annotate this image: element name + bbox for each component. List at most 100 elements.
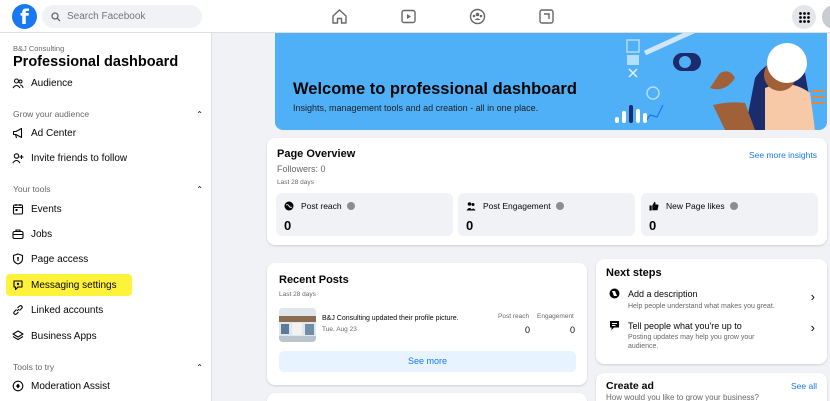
post-date: Tue, Aug 23 [322,326,357,333]
page-overview-title: Page Overview [277,148,356,160]
followers-count: Followers: 0 [277,164,326,174]
next-steps-title: Next steps [606,267,662,279]
sidebar-item-invite-friends[interactable]: Invite friends to follow [6,147,204,169]
metric-label: New Page likes [666,201,725,211]
calendar-icon [12,204,24,215]
overview-period: Last 28 days [277,179,314,186]
create-ad-card: Create ad See all How would you like to … [596,373,827,401]
banner-illustration [615,33,825,130]
metric-post-engagement[interactable]: Post Engagement 0 [458,193,635,236]
gaming-icon[interactable] [538,8,555,25]
sidebar-item-label: Jobs [31,228,53,240]
globe-icon [284,201,294,211]
post-text[interactable]: B&J Consulting updated their profile pic… [322,315,459,322]
sidebar-item-label: Page access [31,253,89,265]
menu-grid-icon [798,11,810,23]
welcome-banner: Welcome to professional dashboard Insigh… [275,33,827,130]
info-icon[interactable] [729,202,738,210]
create-ad-desc: How would you like to grow your business… [606,393,759,401]
info-icon[interactable] [555,202,564,210]
see-all-link[interactable]: See all [791,381,817,391]
moderation-icon [12,380,24,392]
chevron-up-icon[interactable]: ⌃ [196,185,203,194]
see-more-button[interactable]: See more [279,351,576,372]
chevron-up-icon[interactable]: ⌃ [196,363,203,372]
briefcase-icon [12,229,24,240]
next-step-title[interactable]: Add a description [628,289,698,299]
section-label: Your tools [13,184,51,194]
next-step-desc: Help people understand what makes you gr… [628,303,775,310]
sidebar-item-events[interactable]: Events [6,198,204,220]
sidebar-item-business-apps[interactable]: Business Apps [6,325,204,347]
section-grow-audience[interactable]: Grow your audience ⌃ [13,109,203,119]
top-navigation-bar: f [0,0,830,33]
facebook-logo[interactable]: f [12,4,37,29]
sidebar-item-moderation-assist[interactable]: Moderation Assist [6,375,204,397]
groups-icon[interactable] [469,8,486,25]
search-icon [51,11,61,21]
sidebar-item-linked-accounts[interactable]: Linked accounts [6,299,204,321]
sidebar-item-label: Moderation Assist [31,380,110,392]
watch-icon[interactable] [400,8,417,25]
link-icon [13,305,23,315]
next-steps-card: Next steps Add a description Help people… [596,259,827,364]
sidebar-item-label: Ad Center [31,127,77,139]
banner-title: Welcome to professional dashboard [293,80,577,98]
metric-new-page-likes[interactable]: New Page likes 0 [641,193,818,236]
sidebar-item-label: Invite friends to follow [31,152,128,164]
post-image [279,308,316,342]
add-friend-icon [12,153,24,164]
shield-icon [12,253,24,265]
metric-post-reach[interactable]: Post reach 0 [276,193,453,236]
post-reach-value: 0 [525,325,531,335]
info-icon[interactable] [346,202,355,210]
sidebar-item-ad-center[interactable]: Ad Center [6,122,204,144]
menu-button[interactable] [792,5,816,29]
chevron-right-icon[interactable]: › [811,289,815,304]
section-tools-to-try[interactable]: Tools to try ⌃ [13,362,203,372]
sidebar-item-label: Messaging settings [31,279,117,291]
engagement-value: 0 [570,325,576,335]
section-label: Tools to try [13,362,55,372]
metric-label: Post reach [301,201,342,211]
section-label: Grow your audience [13,109,90,119]
sidebar-item-messaging-settings[interactable]: Messaging settings [6,274,132,296]
page-title: Professional dashboard [13,54,179,70]
chevron-up-icon[interactable]: ⌃ [196,110,203,119]
next-card-peek [267,393,587,401]
search-input[interactable] [67,11,187,22]
metric-label: Post Engagement [483,201,551,211]
section-your-tools[interactable]: Your tools ⌃ [13,184,203,194]
sidebar-item-page-access[interactable]: Page access [6,248,204,270]
recent-posts-title: Recent Posts [279,274,349,286]
metric-value: 0 [466,218,474,233]
sidebar-item-audience[interactable]: Audience [6,72,204,94]
see-more-insights-link[interactable]: See more insights [749,150,817,160]
recent-posts-period: Last 28 days [279,291,316,298]
search-box[interactable] [42,5,202,28]
recent-posts-card: Recent Posts Last 28 days B&J Consulting… [267,263,587,385]
thumbs-up-icon [649,201,659,211]
sidebar-item-label: Business Apps [31,330,97,342]
people-engagement-icon [466,202,476,211]
sidebar-item-label: Events [31,203,62,215]
account-avatar[interactable] [822,5,830,29]
next-step-title[interactable]: Tell people what you're up to [628,321,742,331]
post-thumbnail[interactable] [279,308,316,342]
page-overview-card: Page Overview Followers: 0 Last 28 days … [267,138,827,245]
banner-subtitle: Insights, management tools and ad creati… [293,103,539,113]
chevron-right-icon[interactable]: › [811,320,815,335]
post-update-icon [610,321,619,330]
sidebar-item-label: Audience [31,77,73,89]
next-step-desc: Posting updates may help you grow your a… [628,334,755,350]
description-icon [609,288,620,299]
megaphone-icon [12,127,23,139]
messenger-settings-icon [13,280,23,291]
home-icon[interactable] [331,8,348,25]
metric-value: 0 [284,218,292,233]
sidebar-item-jobs[interactable]: Jobs [6,223,204,245]
engagement-header: Engagement [537,313,574,320]
metric-value: 0 [649,218,657,233]
page-name: B&J Consulting [13,44,65,53]
people-icon [12,78,24,89]
